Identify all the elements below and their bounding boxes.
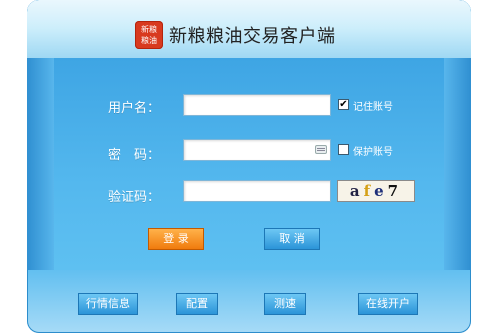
remember-user-checkbox[interactable]: ✔: [338, 99, 349, 110]
market-info-button[interactable]: 行情信息: [78, 293, 138, 315]
app-title: 新粮粮油交易客户端: [169, 26, 336, 47]
username-input[interactable]: [183, 94, 331, 116]
settings-button[interactable]: 配置: [176, 293, 218, 315]
logo-text-bottom: 粮油: [141, 36, 157, 45]
keyboard-icon[interactable]: [315, 145, 327, 154]
speed-test-button[interactable]: 测速: [264, 293, 306, 315]
captcha-char: e: [374, 182, 388, 200]
remember-user-label: 记住账号: [353, 102, 393, 113]
app-logo: 新粮 粮油: [135, 21, 163, 49]
protect-account-checkbox[interactable]: [338, 144, 349, 155]
panel-right-edge: [444, 58, 471, 270]
login-button[interactable]: 登 录: [148, 228, 204, 250]
password-label: 密 码：: [108, 148, 161, 163]
panel-left-edge: [27, 58, 54, 270]
title-bar: 新粮 粮油 新粮粮油交易客户端: [27, 0, 471, 59]
captcha-char: f: [363, 182, 375, 200]
login-panel: [27, 58, 471, 270]
captcha-label: 验证码：: [108, 190, 161, 205]
protect-account-label: 保护账号: [353, 147, 393, 158]
captcha-image[interactable]: afe7: [337, 180, 415, 202]
captcha-input[interactable]: [183, 180, 331, 202]
open-account-button[interactable]: 在线开户: [358, 293, 418, 315]
login-window: 新粮 粮油 新粮粮油交易客户端: [27, 0, 471, 333]
username-label: 用户名：: [108, 101, 161, 116]
password-input[interactable]: [183, 139, 331, 161]
captcha-char: a: [349, 182, 364, 200]
captcha-char: 7: [387, 182, 403, 200]
cancel-button[interactable]: 取 消: [264, 228, 320, 250]
logo-text-top: 新粮: [141, 25, 157, 34]
